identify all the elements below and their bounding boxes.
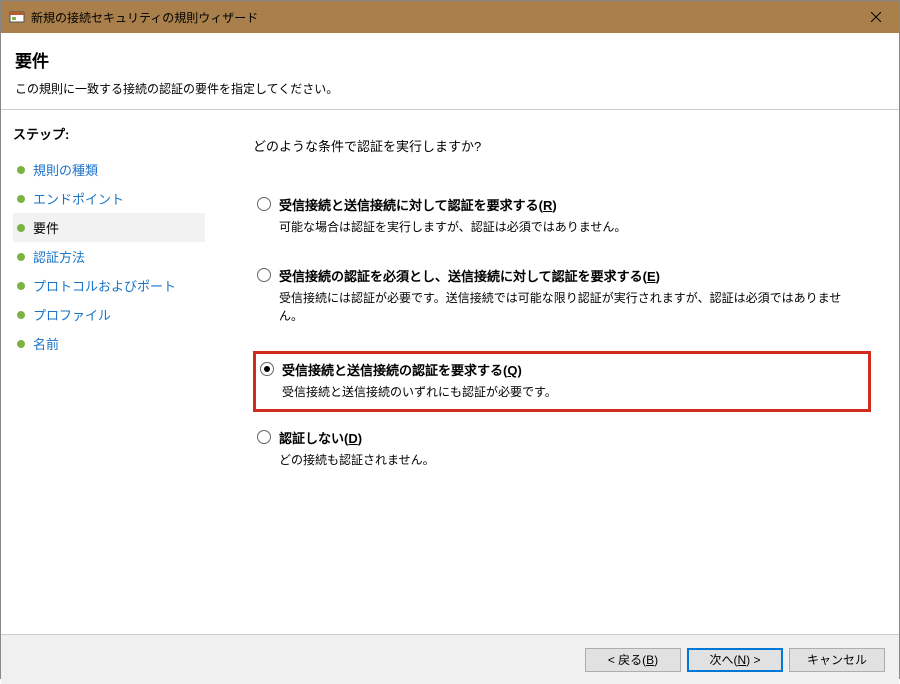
steps-sidebar: ステップ: 規則の種類 エンドポイント 要件 認証方法 プロトコルおよびポート … [1, 110, 217, 634]
cancel-button[interactable]: キャンセル [789, 648, 885, 672]
option-no-auth[interactable]: 認証しない(D) どの接続も認証されません。 [253, 424, 871, 473]
main-panel: どのような条件で認証を実行しますか? 受信接続と送信接続に対して認証を要求する(… [217, 110, 899, 634]
bullet-icon [17, 195, 25, 203]
bullet-icon [17, 282, 25, 290]
sidebar-title: ステップ: [13, 124, 205, 143]
app-icon [9, 9, 25, 25]
sidebar-item-label: プロファイル [33, 305, 111, 324]
sidebar-item-label: エンドポイント [33, 189, 124, 208]
sidebar-item-protocol-port[interactable]: プロトコルおよびポート [13, 271, 205, 300]
radio-icon[interactable] [260, 362, 274, 376]
back-button[interactable]: < 戻る(B) [585, 648, 681, 672]
option-label: 受信接続と送信接続に対して認証を要求する(R) [279, 195, 557, 214]
bullet-icon [17, 340, 25, 348]
option-require-both[interactable]: 受信接続と送信接続の認証を要求する(Q) 受信接続と送信接続のいずれにも認証が必… [253, 351, 871, 412]
close-button[interactable] [853, 1, 899, 33]
page-subtitle: この規則に一致する接続の認証の要件を指定してください。 [15, 80, 883, 97]
option-desc: 受信接続と送信接続のいずれにも認証が必要です。 [282, 383, 860, 401]
question-text: どのような条件で認証を実行しますか? [253, 136, 871, 155]
option-label: 認証しない(D) [279, 428, 362, 447]
option-desc: 受信接続には認証が必要です。送信接続では可能な限り認証が実行されますが、認証は必… [279, 289, 863, 325]
bullet-icon [17, 253, 25, 261]
option-label: 受信接続の認証を必須とし、送信接続に対して認証を要求する(E) [279, 266, 660, 285]
next-button[interactable]: 次へ(N) > [687, 648, 783, 672]
sidebar-item-label: プロトコルおよびポート [33, 276, 176, 295]
option-request-auth[interactable]: 受信接続と送信接続に対して認証を要求する(R) 可能な場合は認証を実行しますが、… [253, 191, 871, 240]
bullet-icon [17, 224, 25, 232]
sidebar-item-name[interactable]: 名前 [13, 329, 205, 358]
option-label: 受信接続と送信接続の認証を要求する(Q) [282, 360, 522, 379]
option-require-inbound[interactable]: 受信接続の認証を必須とし、送信接続に対して認証を要求する(E) 受信接続には認証… [253, 262, 871, 329]
sidebar-item-label: 規則の種類 [33, 160, 98, 179]
wizard-footer: < 戻る(B) 次へ(N) > キャンセル [1, 634, 899, 684]
bullet-icon [17, 311, 25, 319]
sidebar-item-label: 認証方法 [33, 247, 85, 266]
content-area: ステップ: 規則の種類 エンドポイント 要件 認証方法 プロトコルおよびポート … [1, 110, 899, 634]
window-title: 新規の接続セキュリティの規則ウィザード [31, 9, 853, 26]
wizard-header: 要件 この規則に一致する接続の認証の要件を指定してください。 [1, 33, 899, 109]
radio-icon[interactable] [257, 197, 271, 211]
option-desc: どの接続も認証されません。 [279, 451, 863, 469]
sidebar-item-auth-method[interactable]: 認証方法 [13, 242, 205, 271]
sidebar-item-endpoint[interactable]: エンドポイント [13, 184, 205, 213]
page-title: 要件 [15, 47, 883, 72]
bullet-icon [17, 166, 25, 174]
option-desc: 可能な場合は認証を実行しますが、認証は必須ではありません。 [279, 218, 863, 236]
titlebar: 新規の接続セキュリティの規則ウィザード [1, 1, 899, 33]
sidebar-item-rule-type[interactable]: 規則の種類 [13, 155, 205, 184]
close-icon [871, 12, 881, 22]
radio-icon[interactable] [257, 430, 271, 444]
sidebar-item-label: 要件 [33, 218, 59, 237]
radio-icon[interactable] [257, 268, 271, 282]
sidebar-item-profile[interactable]: プロファイル [13, 300, 205, 329]
sidebar-item-label: 名前 [33, 334, 59, 353]
sidebar-item-requirements[interactable]: 要件 [13, 213, 205, 242]
